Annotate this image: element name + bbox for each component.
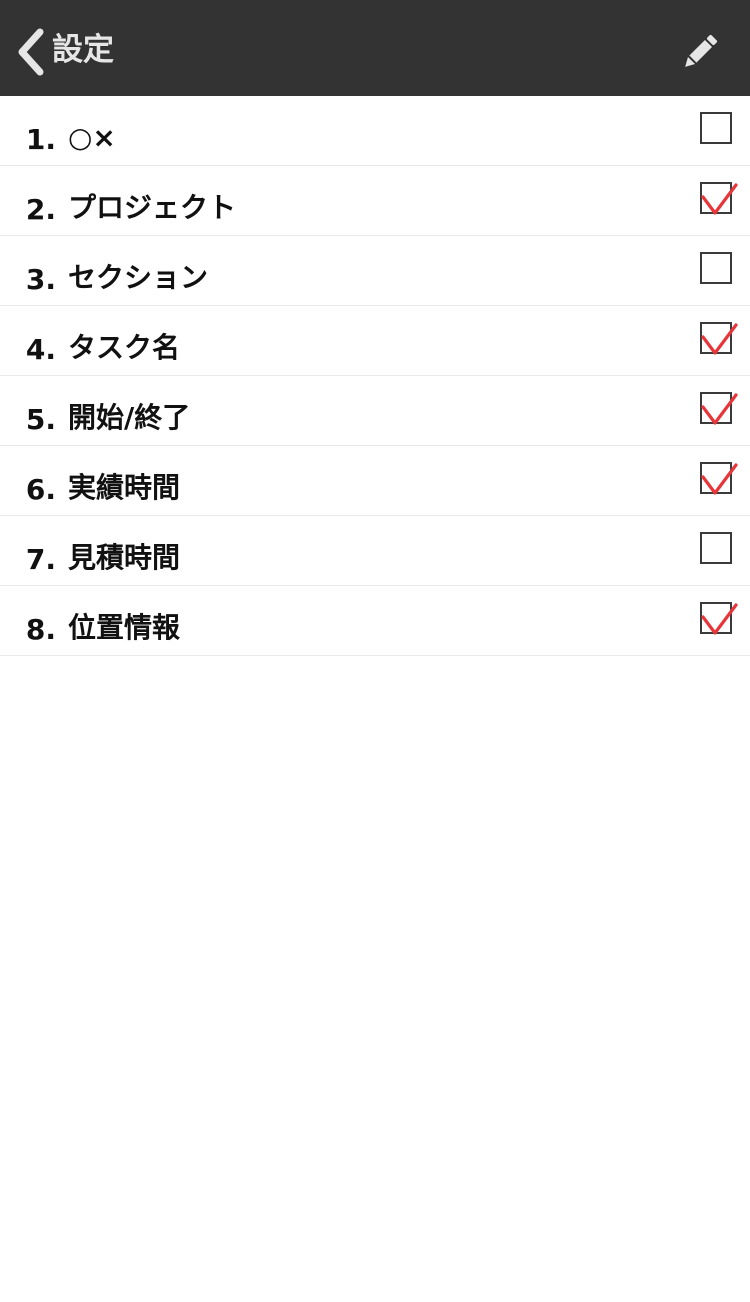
- checkmark-icon: [701, 323, 738, 355]
- item-number: 4.: [25, 333, 56, 366]
- item-checkbox[interactable]: [700, 602, 738, 635]
- item-checkbox[interactable]: [700, 532, 732, 564]
- item-number: 3.: [25, 263, 56, 296]
- item-label: 位置情報: [68, 611, 181, 644]
- item-number: 6.: [25, 473, 56, 506]
- item-label: セクション: [68, 261, 209, 294]
- settings-list: 1. ○× 2. プロジェクト 3. セクション 4. タスク名 5. 開始/終…: [0, 96, 750, 656]
- item-label: 見積時間: [68, 541, 181, 574]
- checkmark-icon: [701, 393, 738, 425]
- item-label: プロジェクト: [68, 191, 237, 224]
- pencil-icon: [685, 34, 718, 67]
- item-number: 1.: [25, 123, 56, 156]
- list-item[interactable]: 2. プロジェクト: [0, 166, 750, 236]
- page-title: 設定: [52, 32, 114, 68]
- item-number: 7.: [25, 543, 56, 576]
- list-item[interactable]: 5. 開始/終了: [0, 376, 750, 446]
- item-number: 5.: [25, 403, 56, 436]
- edit-button[interactable]: [670, 22, 730, 78]
- checkmark-icon: [701, 183, 738, 215]
- item-number: 2.: [25, 193, 56, 226]
- item-number: 8.: [25, 613, 56, 646]
- list-item[interactable]: 1. ○×: [0, 96, 750, 166]
- item-checkbox[interactable]: [700, 182, 738, 215]
- list-item[interactable]: 7. 見積時間: [0, 516, 750, 586]
- checkmark-icon: [701, 463, 738, 495]
- item-checkbox[interactable]: [700, 112, 732, 144]
- back-button[interactable]: 設定: [0, 0, 180, 96]
- item-label: 開始/終了: [68, 401, 191, 434]
- chevron-left-icon: [18, 28, 44, 76]
- item-checkbox[interactable]: [700, 322, 738, 355]
- item-label: タスク名: [68, 331, 181, 364]
- list-item[interactable]: 3. セクション: [0, 236, 750, 306]
- item-checkbox[interactable]: [700, 462, 738, 495]
- item-checkbox[interactable]: [700, 392, 738, 425]
- item-label: ○×: [68, 121, 116, 154]
- list-item[interactable]: 6. 実績時間: [0, 446, 750, 516]
- checkmark-icon: [701, 603, 738, 635]
- item-label: 実績時間: [68, 471, 181, 504]
- top-navigation-bar: 設定: [0, 0, 750, 96]
- item-checkbox[interactable]: [700, 252, 732, 284]
- list-item[interactable]: 8. 位置情報: [0, 586, 750, 656]
- list-item[interactable]: 4. タスク名: [0, 306, 750, 376]
